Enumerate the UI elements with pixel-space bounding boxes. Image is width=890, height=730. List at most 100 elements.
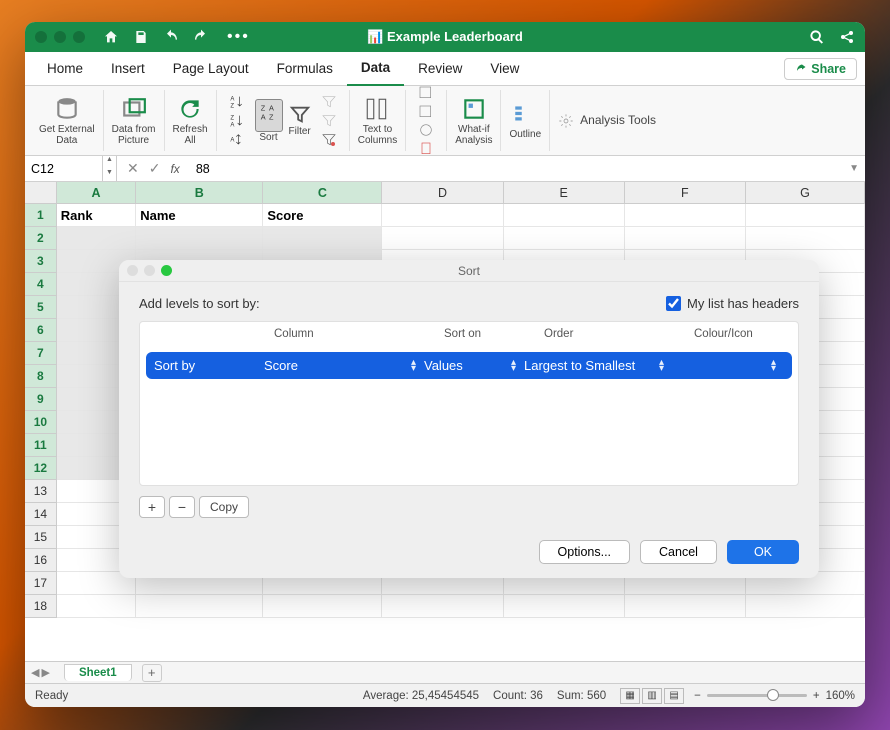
cell[interactable] xyxy=(504,595,625,618)
tab-review[interactable]: Review xyxy=(404,52,476,86)
external-data-group[interactable]: Get External Data xyxy=(31,90,104,151)
sort-button[interactable]: ZAAZ xyxy=(255,99,283,132)
whatif-group[interactable]: What-if Analysis xyxy=(447,90,501,151)
zoom-slider[interactable] xyxy=(707,694,807,697)
row-header[interactable]: 11 xyxy=(25,434,57,457)
sort-desc-icon[interactable]: ZA xyxy=(229,113,245,129)
row-header[interactable]: 17 xyxy=(25,572,57,595)
custom-sort-icon[interactable]: A xyxy=(229,132,245,148)
advanced-filter-icon[interactable] xyxy=(321,132,337,148)
remove-dup-icon[interactable] xyxy=(418,104,434,120)
cell[interactable] xyxy=(625,227,746,250)
sort-asc-icon[interactable]: AZ xyxy=(229,94,245,110)
row-header[interactable]: 16 xyxy=(25,549,57,572)
cell[interactable] xyxy=(625,204,746,227)
tab-view[interactable]: View xyxy=(476,52,533,86)
accept-formula-icon[interactable]: ✓ xyxy=(149,160,161,177)
analysis-tools-group[interactable]: Analysis Tools xyxy=(550,90,664,151)
fx-icon[interactable]: fx xyxy=(170,162,179,176)
cell[interactable] xyxy=(746,595,865,618)
consolidate-icon[interactable] xyxy=(418,141,434,157)
minimize-window-button[interactable] xyxy=(54,31,66,43)
normal-view-icon[interactable]: ▦ xyxy=(620,688,640,704)
redo-icon[interactable] xyxy=(193,29,209,45)
col-header-B[interactable]: B xyxy=(136,182,263,204)
add-sheet-button[interactable]: + xyxy=(142,664,162,682)
close-window-button[interactable] xyxy=(35,31,47,43)
cell[interactable]: Name xyxy=(136,204,263,227)
zoom-level[interactable]: 160% xyxy=(826,690,855,702)
cell[interactable] xyxy=(263,227,382,250)
sort-colour-select[interactable]: ▴▾ xyxy=(672,360,784,372)
clear-filter-icon[interactable] xyxy=(321,94,337,110)
col-header-F[interactable]: F xyxy=(625,182,746,204)
remove-level-button[interactable]: − xyxy=(169,496,195,518)
cancel-formula-icon[interactable]: ✕ xyxy=(127,160,139,177)
zoom-thumb[interactable] xyxy=(767,689,779,701)
reapply-filter-icon[interactable] xyxy=(321,113,337,129)
ok-button[interactable]: OK xyxy=(727,540,799,564)
next-sheet-icon[interactable]: ▶ xyxy=(41,666,49,679)
cell[interactable] xyxy=(746,204,865,227)
refresh-group[interactable]: Refresh All xyxy=(165,90,217,151)
name-box[interactable]: C12 xyxy=(25,156,103,181)
row-header[interactable]: 9 xyxy=(25,388,57,411)
cancel-button[interactable]: Cancel xyxy=(640,540,717,564)
undo-icon[interactable] xyxy=(163,29,179,45)
prev-sheet-icon[interactable]: ◀ xyxy=(31,666,39,679)
col-header-D[interactable]: D xyxy=(382,182,503,204)
col-header-C[interactable]: C xyxy=(263,182,382,204)
tab-data[interactable]: Data xyxy=(347,52,404,86)
name-box-dropdown[interactable]: ▲▼ xyxy=(103,156,117,181)
data-validation-icon[interactable] xyxy=(418,122,434,138)
cell[interactable] xyxy=(57,595,136,618)
more-icon[interactable]: ••• xyxy=(227,28,250,46)
select-all-corner[interactable] xyxy=(25,182,57,204)
data-from-picture-group[interactable]: Data from Picture xyxy=(104,90,165,151)
zoom-in-button[interactable]: + xyxy=(813,690,820,702)
headers-checkbox[interactable] xyxy=(666,296,681,311)
page-layout-view-icon[interactable]: ▥ xyxy=(642,688,662,704)
flash-fill-icon[interactable] xyxy=(418,85,434,101)
options-button[interactable]: Options... xyxy=(539,540,631,564)
cell[interactable] xyxy=(746,227,865,250)
cell[interactable] xyxy=(504,227,625,250)
sort-order-select[interactable]: Largest to Smallest▴▾ xyxy=(524,358,672,373)
filter-icon[interactable] xyxy=(289,104,311,126)
cell[interactable] xyxy=(625,595,746,618)
cell[interactable] xyxy=(263,595,382,618)
cell[interactable] xyxy=(57,227,136,250)
tab-home[interactable]: Home xyxy=(33,52,97,86)
cell[interactable] xyxy=(382,204,503,227)
headers-checkbox-label[interactable]: My list has headers xyxy=(666,296,799,311)
cell[interactable] xyxy=(382,227,503,250)
col-header-G[interactable]: G xyxy=(746,182,865,204)
cell[interactable]: Score xyxy=(263,204,382,227)
page-break-view-icon[interactable]: ▤ xyxy=(664,688,684,704)
maximize-window-button[interactable] xyxy=(73,31,85,43)
cell[interactable]: Rank xyxy=(57,204,136,227)
row-header[interactable]: 15 xyxy=(25,526,57,549)
cell[interactable] xyxy=(382,595,503,618)
tab-page-layout[interactable]: Page Layout xyxy=(159,52,263,86)
row-header[interactable]: 8 xyxy=(25,365,57,388)
row-header[interactable]: 7 xyxy=(25,342,57,365)
col-header-A[interactable]: A xyxy=(57,182,136,204)
row-header[interactable]: 5 xyxy=(25,296,57,319)
row-header[interactable]: 12 xyxy=(25,457,57,480)
sheet-tab[interactable]: Sheet1 xyxy=(64,664,132,681)
row-header[interactable]: 2 xyxy=(25,227,57,250)
row-header[interactable]: 1 xyxy=(25,204,57,227)
row-header[interactable]: 6 xyxy=(25,319,57,342)
share-button[interactable]: Share xyxy=(784,58,857,80)
text-to-columns-group[interactable]: Text to Columns xyxy=(350,90,406,151)
row-header[interactable]: 18 xyxy=(25,595,57,618)
outline-group[interactable]: Outline xyxy=(501,90,550,151)
sort-column-select[interactable]: Score▴▾ xyxy=(264,358,424,373)
tab-insert[interactable]: Insert xyxy=(97,52,159,86)
formula-input[interactable]: 88 xyxy=(190,162,843,176)
zoom-out-button[interactable]: − xyxy=(694,690,701,702)
share-icon[interactable] xyxy=(839,29,855,45)
copy-level-button[interactable]: Copy xyxy=(199,496,249,518)
row-header[interactable]: 4 xyxy=(25,273,57,296)
